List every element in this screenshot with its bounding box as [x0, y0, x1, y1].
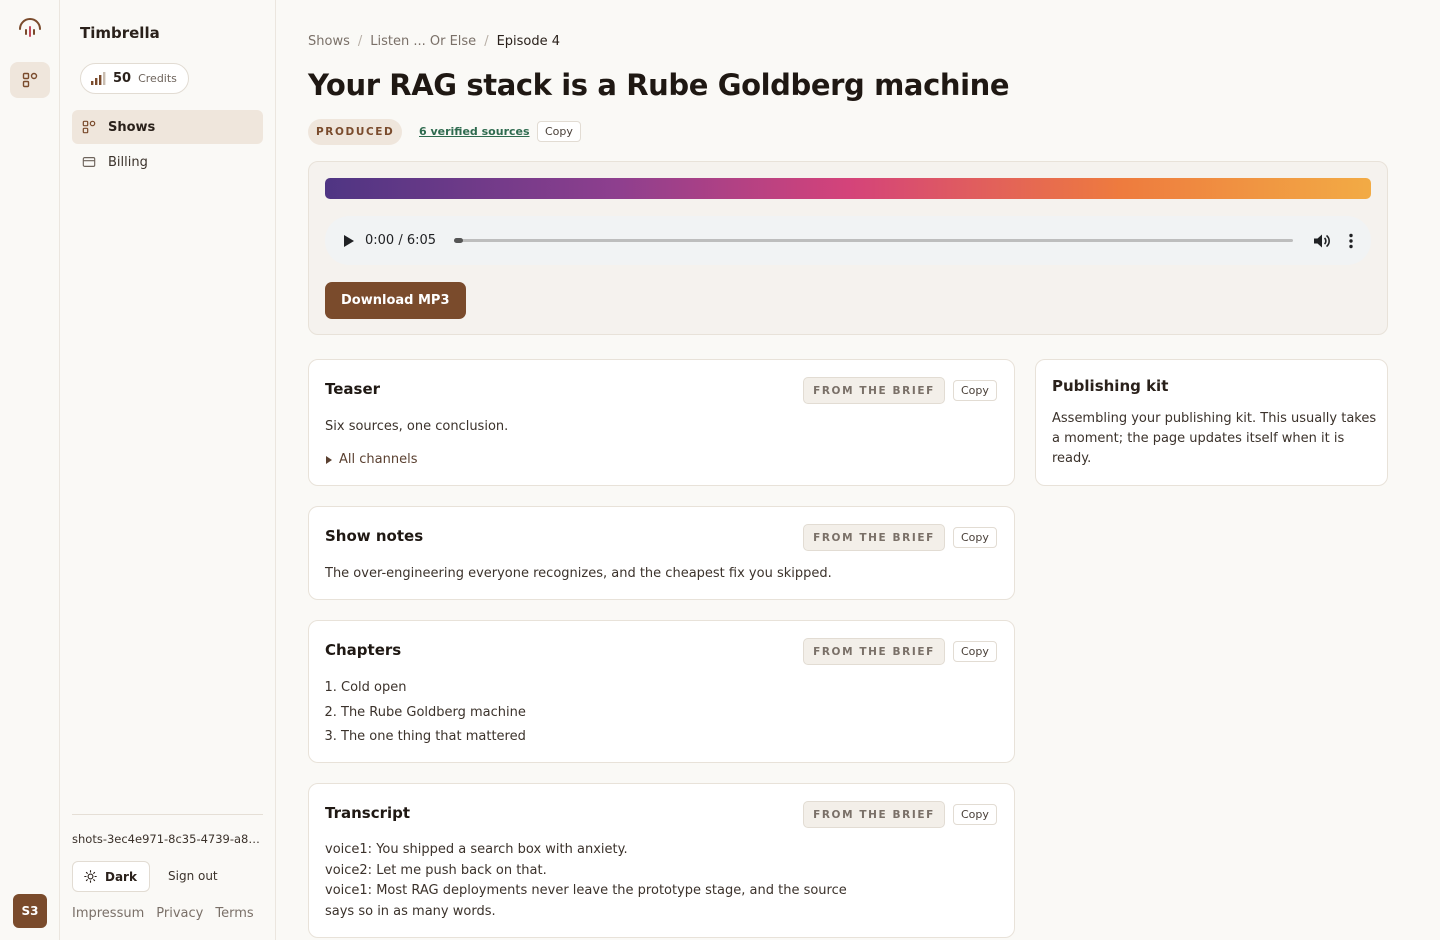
show-notes-text: The over-engineering everyone recognizes… — [325, 566, 832, 581]
card-title: Show notes — [325, 527, 424, 545]
breadcrumb-separator: / — [357, 34, 363, 49]
rail-shows-button[interactable] — [10, 62, 50, 98]
audio-time: 0:00 / 6:05 — [365, 233, 437, 248]
volume-icon[interactable] — [1313, 233, 1331, 249]
sidebar-item-label: Shows — [108, 119, 156, 135]
logo-icon[interactable] — [17, 14, 43, 40]
more-options-icon[interactable] — [1349, 233, 1353, 249]
from-brief-tag: FROM THE BRIEF — [803, 801, 945, 828]
breadcrumb-separator: / — [484, 34, 489, 49]
sidebar-item-shows[interactable]: Shows — [72, 110, 263, 144]
grid-icon — [82, 120, 96, 134]
card-title: Publishing kit — [1052, 377, 1169, 395]
all-channels-toggle[interactable]: All channels — [325, 450, 417, 471]
card-title: Transcript — [325, 804, 411, 822]
sidebar-item-billing[interactable]: Billing — [72, 145, 263, 179]
player-card: 0:00 / 6:05 Download MP3 — [308, 161, 1388, 335]
show-notes-card: Show notes FROM THE BRIEF Copy The over-… — [308, 506, 1015, 600]
session-id: shots-3ec4e971-8c35-4739-a8d4-... — [72, 832, 263, 846]
theme-toggle-button[interactable]: Dark — [72, 861, 150, 892]
transcript-line: voice1: You shipped a search box with an… — [325, 842, 628, 857]
credits-label: Credits — [138, 72, 177, 85]
breadcrumb-shows[interactable]: Shows — [308, 34, 350, 49]
copy-transcript-button[interactable]: Copy — [953, 804, 997, 825]
grid-icon — [22, 72, 38, 88]
copy-title-button[interactable]: Copy — [537, 121, 581, 142]
footer-link-impressum[interactable]: Impressum — [72, 906, 144, 921]
footer-links: Impressum Privacy Terms — [72, 906, 254, 921]
audio-seek-bar[interactable] — [454, 238, 1293, 243]
chapters-card: Chapters FROM THE BRIEF Copy Cold open T… — [308, 620, 1015, 763]
main-content: Shows / Listen ... Or Else / Episode 4 Y… — [276, 0, 1440, 940]
all-channels-label: All channels — [339, 452, 418, 467]
breadcrumb-show[interactable]: Listen ... Or Else — [370, 34, 476, 49]
transcript-line: voice2: Let me push back on that. — [325, 862, 547, 878]
transcript-text: voice1: You shipped a search box with an… — [325, 840, 847, 922]
footer-link-terms[interactable]: Terms — [215, 906, 253, 921]
icon-rail: S3 — [0, 0, 60, 940]
publishing-kit-card: Publishing kit Assembling your publishin… — [1035, 359, 1388, 486]
theme-label: Dark — [105, 869, 137, 884]
sidebar-divider — [72, 814, 263, 815]
transcript-line: says so in as many words. — [325, 903, 496, 919]
copy-teaser-button[interactable]: Copy — [953, 380, 997, 401]
audio-seek-knob[interactable] — [454, 238, 464, 243]
teaser-text: Six sources, one conclusion. — [325, 419, 509, 434]
download-mp3-button[interactable]: Download MP3 — [325, 282, 466, 319]
sign-out-button[interactable]: Sign out — [168, 869, 218, 883]
footer-link-privacy[interactable]: Privacy — [156, 906, 203, 921]
publishing-kit-text: Assembling your publishing kit. This usu… — [1052, 411, 1377, 466]
breadcrumb: Shows / Listen ... Or Else / Episode 4 — [308, 34, 560, 49]
verified-sources-link[interactable]: 6 verified sources — [419, 125, 530, 138]
audio-player: 0:00 / 6:05 — [325, 216, 1371, 265]
breadcrumb-current: Episode 4 — [496, 34, 561, 49]
copy-chapters-button[interactable]: Copy — [953, 641, 997, 662]
caret-right-icon — [326, 456, 332, 465]
signal-bars-icon — [91, 71, 106, 85]
card-icon — [82, 157, 96, 167]
status-badge: PRODUCED — [308, 119, 403, 145]
sidebar: Timbrella 50 Credits Shows Billing shots… — [60, 0, 276, 940]
credits-count: 50 — [113, 71, 132, 86]
card-title: Chapters — [325, 641, 402, 659]
credits-badge[interactable]: 50 Credits — [80, 63, 189, 94]
copy-show-notes-button[interactable]: Copy — [953, 527, 997, 548]
card-title: Teaser — [325, 380, 381, 398]
teaser-card: Teaser FROM THE BRIEF Copy Six sources, … — [308, 359, 1015, 486]
sun-icon — [84, 870, 97, 883]
transcript-card: Transcript FROM THE BRIEF Copy voice1: Y… — [308, 783, 1015, 938]
from-brief-tag: FROM THE BRIEF — [803, 377, 945, 404]
page-title: Your RAG stack is a Rube Goldberg machin… — [308, 68, 1010, 102]
sidebar-item-label: Billing — [108, 154, 148, 170]
play-icon[interactable] — [343, 234, 355, 248]
chapter-item: The Rube Goldberg machine — [341, 701, 526, 726]
avatar[interactable]: S3 — [13, 894, 47, 928]
chapters-list-wrap: Cold open The Rube Goldberg machine The … — [325, 676, 526, 750]
brand-name: Timbrella — [80, 24, 160, 42]
from-brief-tag: FROM THE BRIEF — [803, 524, 945, 551]
chapter-item: The one thing that mattered — [341, 725, 526, 750]
chapter-item: Cold open — [341, 676, 526, 701]
transcript-line: voice1: Most RAG deployments never leave… — [325, 883, 847, 898]
from-brief-tag: FROM THE BRIEF — [803, 638, 945, 665]
chapters-list: Cold open The Rube Goldberg machine The … — [325, 676, 526, 750]
waveform-bar — [325, 178, 1371, 199]
